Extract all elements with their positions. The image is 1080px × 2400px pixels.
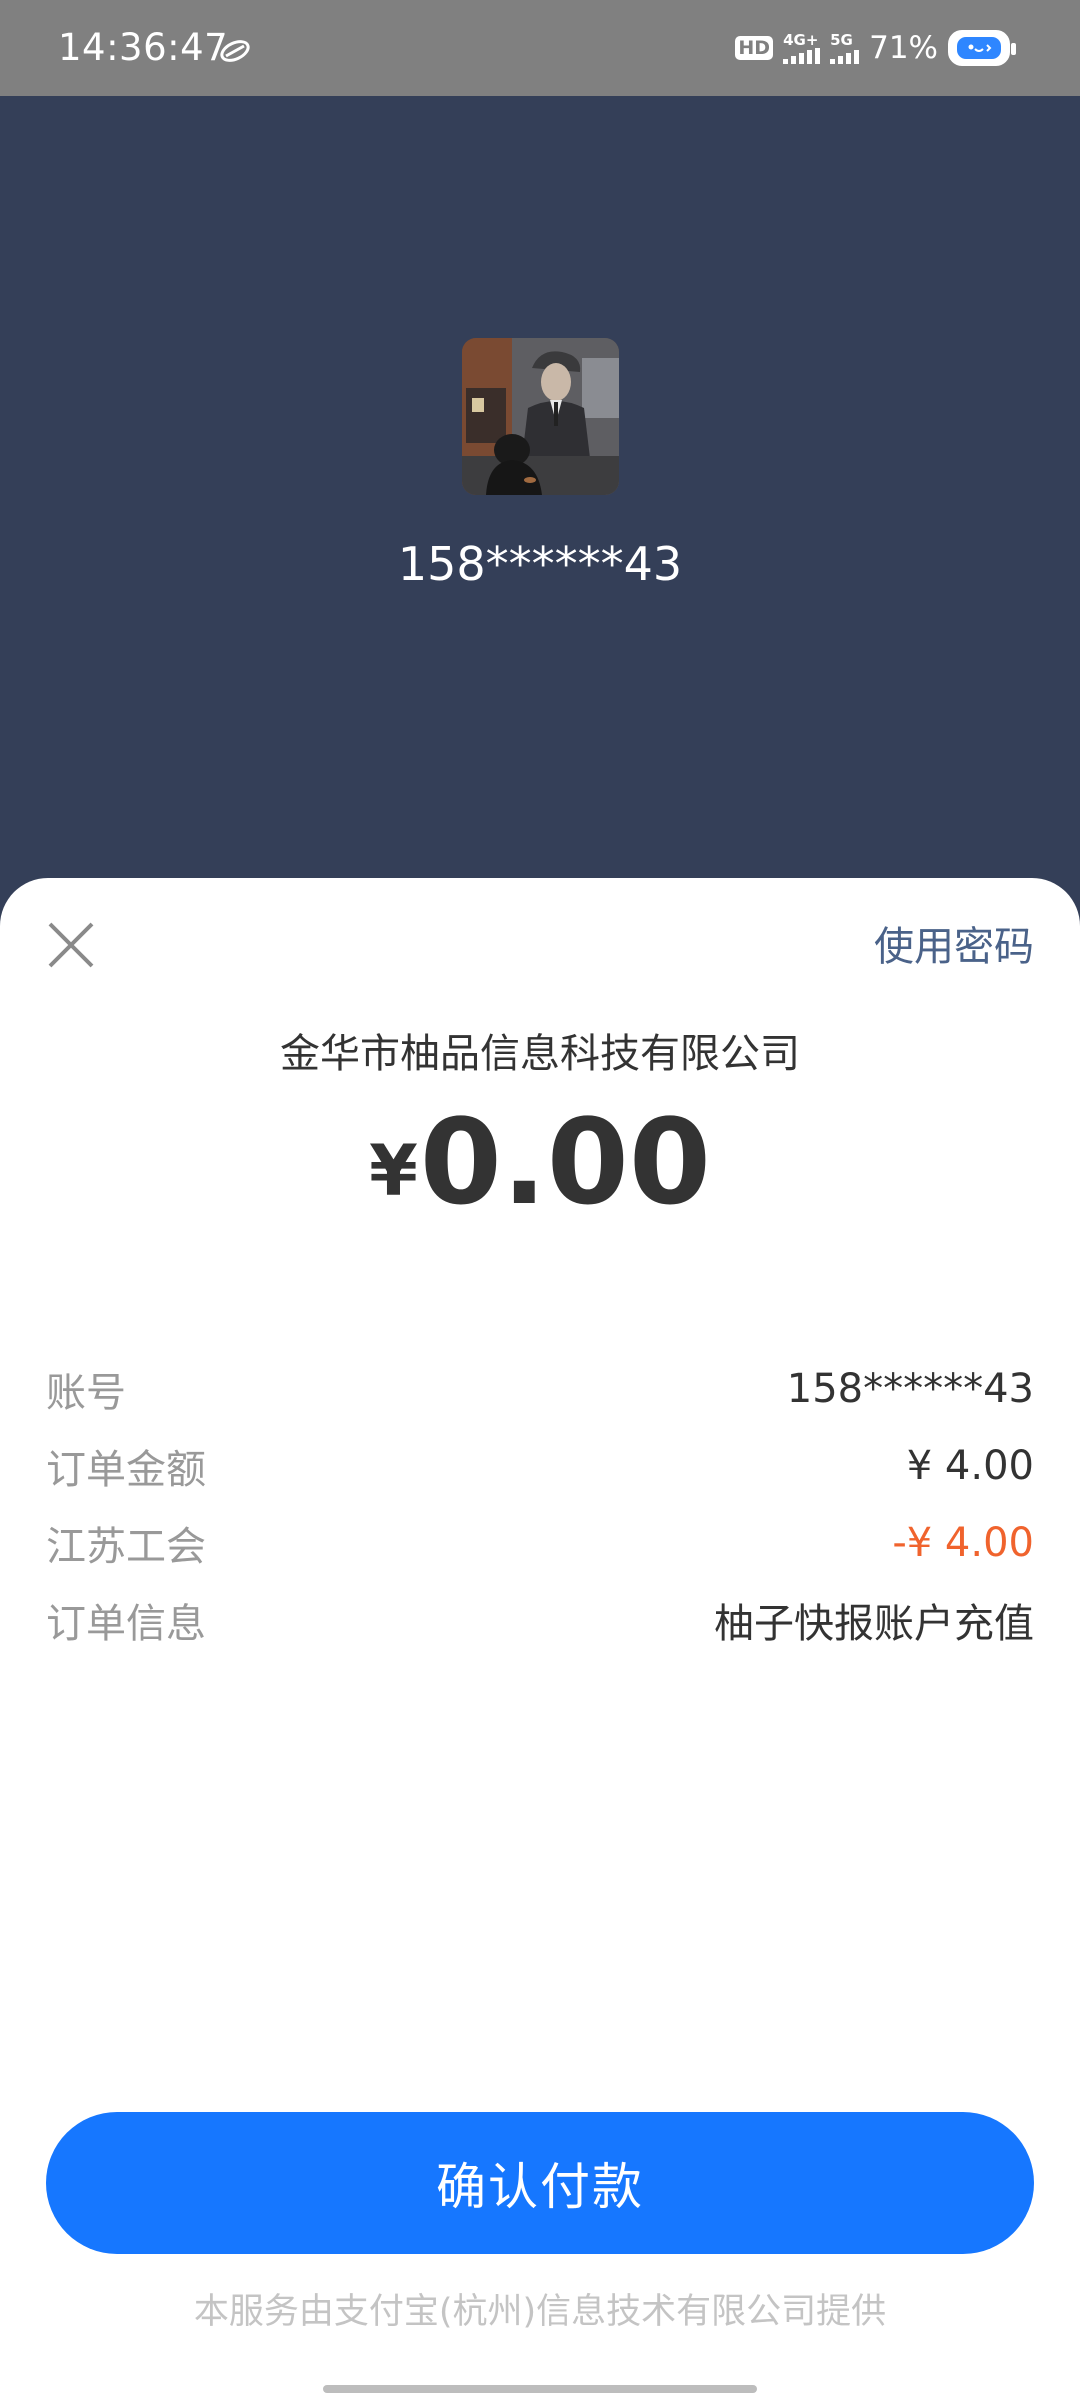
detail-row-discount: 江苏工会 -¥ 4.00 (46, 1504, 1034, 1581)
payment-amount: ¥0.00 (0, 1092, 1080, 1232)
detail-label: 订单金额 (46, 1446, 206, 1493)
battery-icon (948, 30, 1016, 66)
status-time: 14:36:47 (58, 26, 229, 69)
avatar (462, 338, 619, 495)
detail-row-order-info: 订单信息 柚子快报账户充值 (46, 1581, 1034, 1658)
status-bar: 14:36:47 HD 4G+ 5G 71% (0, 0, 1080, 96)
signal-bars-icon (783, 48, 821, 64)
hd-icon: HD (735, 36, 774, 60)
detail-value: ¥ 4.00 (906, 1442, 1034, 1489)
battery-percent: 71% (869, 30, 938, 66)
detail-value: 柚子快报账户充值 (714, 1600, 1034, 1647)
amount-value: 0.00 (419, 1093, 711, 1231)
detail-value: 158******43 (786, 1365, 1034, 1412)
detail-row-order-amount: 订单金额 ¥ 4.00 (46, 1427, 1034, 1504)
detail-label: 账号 (46, 1369, 126, 1416)
status-icons: HD 4G+ 5G 71% (735, 26, 1016, 70)
use-password-link[interactable]: 使用密码 (874, 922, 1034, 972)
network-label-4g: 4G+ (783, 31, 819, 49)
detail-label: 江苏工会 (46, 1523, 206, 1570)
signal-4g-icon: 4G+ (783, 31, 821, 64)
signal-5g-icon: 5G (830, 31, 860, 64)
confirm-payment-button[interactable]: 确认付款 (46, 2112, 1034, 2254)
signal-bars-icon (830, 48, 860, 64)
home-indicator[interactable] (323, 2385, 757, 2393)
network-label-5g: 5G (830, 31, 853, 49)
payment-sheet: 使用密码 金华市柚品信息科技有限公司 ¥0.00 账号 158******43 … (0, 878, 1080, 2400)
detail-label: 订单信息 (46, 1600, 206, 1647)
sync-icon (220, 40, 250, 62)
currency-symbol: ¥ (369, 1130, 418, 1212)
order-details: 账号 158******43 订单金额 ¥ 4.00 江苏工会 -¥ 4.00 … (46, 1350, 1034, 1658)
detail-row-account: 账号 158******43 (46, 1350, 1034, 1427)
discount-value: -¥ 4.00 (892, 1519, 1034, 1566)
merchant-name: 金华市柚品信息科技有限公司 (280, 1031, 800, 1077)
payer-header (0, 96, 1080, 936)
service-provider-note: 本服务由支付宝(杭州)信息技术有限公司提供 (193, 2292, 887, 2332)
close-icon[interactable] (44, 918, 98, 972)
payer-account: 158******43 (397, 537, 683, 591)
